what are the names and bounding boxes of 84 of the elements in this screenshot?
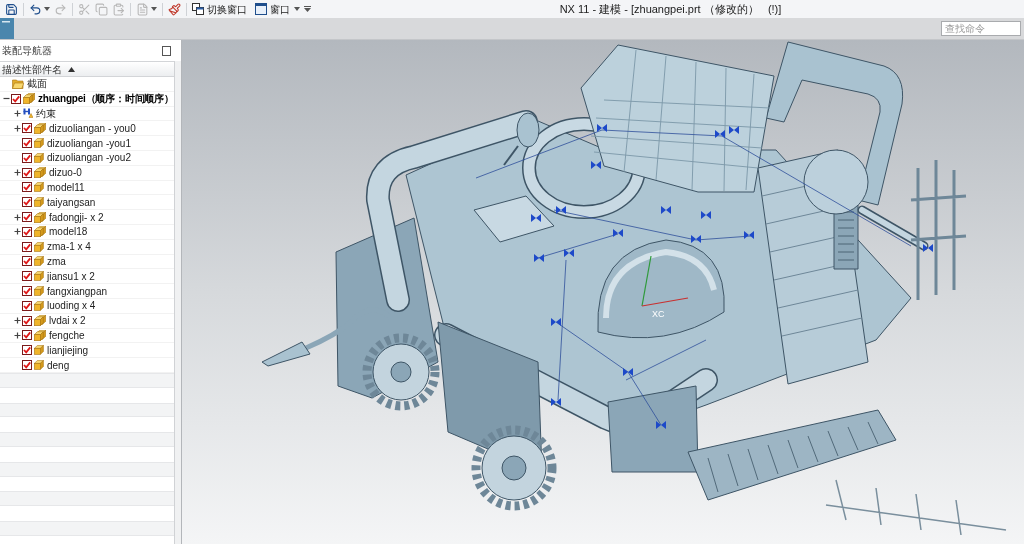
window-button[interactable]: 切换窗口 xyxy=(190,1,249,17)
assembly-icon xyxy=(34,226,46,238)
tree-item-label[interactable]: lianjiejing xyxy=(47,342,89,358)
checkbox[interactable] xyxy=(22,138,32,149)
checkbox[interactable] xyxy=(22,197,32,208)
checkbox[interactable] xyxy=(22,330,32,341)
checkbox[interactable] xyxy=(22,360,32,371)
tree-item-label[interactable]: dizuo-0 xyxy=(49,165,82,181)
tree-item-label[interactable]: dizuoliangan -you1 xyxy=(47,135,131,151)
constraints-icon xyxy=(23,108,33,119)
part-icon xyxy=(34,138,44,149)
sort-ascending-icon[interactable] xyxy=(68,66,75,72)
tree-item-label[interactable]: zma xyxy=(47,253,66,269)
checkbox[interactable] xyxy=(22,182,32,193)
tree-item-label[interactable]: model11 xyxy=(47,180,85,195)
checkbox[interactable] xyxy=(22,315,32,326)
tree-item-label[interactable]: dizuoliangan - you0 xyxy=(49,120,136,136)
checkbox[interactable] xyxy=(22,226,32,237)
axis-label: XC xyxy=(652,308,665,321)
tree-item-label[interactable]: jiansu1 x 2 xyxy=(47,268,95,284)
part-icon xyxy=(34,256,44,267)
square-icon[interactable] xyxy=(162,45,171,56)
undo-icon[interactable] xyxy=(29,2,42,16)
checkbox[interactable] xyxy=(22,212,32,223)
window-icon xyxy=(255,3,267,15)
panel-title: 装配导航器 xyxy=(2,44,52,58)
checkbox[interactable] xyxy=(22,241,32,252)
expand-icon[interactable] xyxy=(14,124,21,132)
part-icon xyxy=(34,197,44,208)
window-title: NX 11 - 建模 - [zhuangpei.prt （修改的） (!)] xyxy=(559,1,782,17)
tree-item-label[interactable]: luoding x 4 xyxy=(47,298,96,314)
expand-icon[interactable] xyxy=(14,169,21,177)
checkbox[interactable] xyxy=(22,123,32,134)
checkbox[interactable] xyxy=(22,345,32,356)
expand-icon[interactable] xyxy=(14,228,21,236)
window-button[interactable]: 窗口 xyxy=(253,1,292,17)
expand-icon[interactable] xyxy=(14,317,21,325)
checkbox[interactable] xyxy=(22,286,32,297)
caret-icon[interactable] xyxy=(294,7,300,11)
part-icon xyxy=(34,182,44,193)
search-field[interactable]: 查找命令 xyxy=(941,21,1021,36)
scrollbar[interactable] xyxy=(174,61,181,544)
customize-caret-icon[interactable] xyxy=(304,6,311,12)
part-icon xyxy=(34,360,44,371)
tree-item-label[interactable]: lvdai x 2 xyxy=(49,313,86,329)
checkbox[interactable] xyxy=(22,271,32,282)
expand-icon[interactable] xyxy=(14,331,21,339)
paintbrush-icon[interactable] xyxy=(168,2,181,16)
part-icon xyxy=(34,345,44,356)
expand-icon[interactable] xyxy=(14,110,21,117)
windows-icon xyxy=(192,3,204,15)
folder-icon xyxy=(12,78,24,89)
checkbox[interactable] xyxy=(22,152,32,163)
tree-item-label[interactable]: 截面 xyxy=(27,76,47,92)
checkbox[interactable] xyxy=(22,256,32,267)
save-icon[interactable] xyxy=(5,2,18,16)
checkbox[interactable] xyxy=(22,167,32,178)
part-icon xyxy=(34,271,44,282)
tree-item-label[interactable]: dizuoliangan -you2 xyxy=(47,150,131,166)
assembly-icon xyxy=(34,211,46,223)
tree-item-label[interactable]: zma-1 x 4 xyxy=(47,239,91,255)
part-icon xyxy=(34,286,44,297)
expand-icon[interactable] xyxy=(14,213,21,221)
assembly-icon xyxy=(34,329,46,341)
tree-item-label[interactable]: model18 xyxy=(49,224,88,240)
part-icon xyxy=(34,152,44,163)
checkbox[interactable] xyxy=(11,93,21,104)
column-header[interactable]: 描述性部件名 xyxy=(0,61,174,77)
assembly-icon xyxy=(23,93,35,105)
part-icon xyxy=(34,241,44,252)
assembly-icon xyxy=(34,122,46,134)
tree-item-label[interactable]: fangxiangpan xyxy=(47,283,108,299)
tile-icon[interactable] xyxy=(0,18,14,39)
tree-item-label[interactable]: deng xyxy=(47,357,70,373)
tree-item-label[interactable]: fengche xyxy=(49,327,85,343)
checkbox[interactable] xyxy=(22,300,32,311)
tree-item-label[interactable]: 约束 xyxy=(36,106,56,121)
assembly-icon xyxy=(34,167,46,179)
tree-item-label[interactable]: taiyangsan xyxy=(47,194,96,210)
tree-item-label[interactable]: fadongji- x 2 xyxy=(49,209,104,225)
assembly-icon xyxy=(34,315,46,327)
tree-item-label[interactable]: zhuangpei（顺序：时间顺序） xyxy=(38,91,174,107)
caret-icon[interactable] xyxy=(44,7,50,11)
part-icon xyxy=(34,300,44,311)
